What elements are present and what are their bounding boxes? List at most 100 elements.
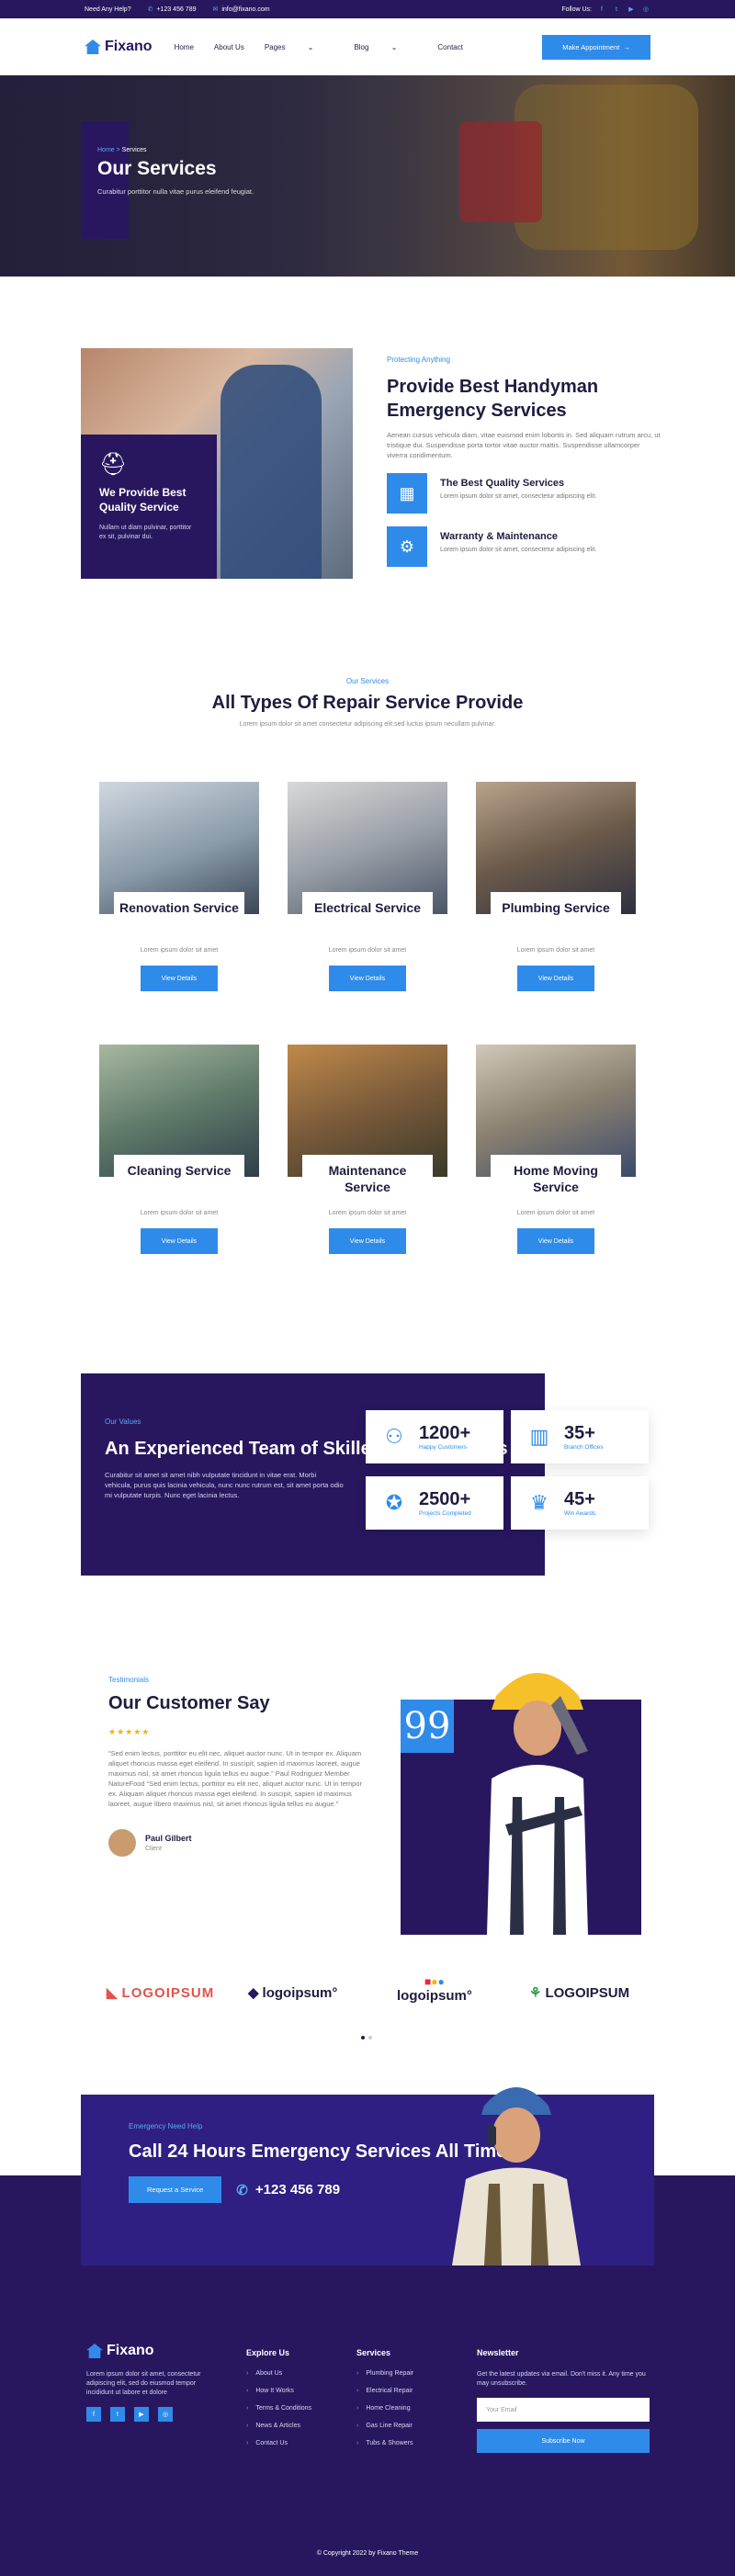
- instagram-icon[interactable]: ◎: [158, 2407, 173, 2422]
- stat-card: ⚇ 1200+ Happy Customers: [366, 1410, 503, 1463]
- view-details-button[interactable]: View Details: [141, 1228, 218, 1254]
- footer-link[interactable]: How It Works: [246, 2388, 311, 2394]
- about-title: Provide Best Handyman Emergency Services: [387, 377, 599, 421]
- page-title: Our Services: [97, 158, 217, 179]
- service-card-renovation: Renovation Service Lorem ipsum dolor sit…: [99, 782, 259, 991]
- footer-link[interactable]: Contact Us: [246, 2440, 311, 2446]
- phone-icon: ✆: [147, 6, 153, 13]
- worker-photo: [487, 1673, 588, 1935]
- stat-card: ♛ 45+ Win Awards: [511, 1476, 649, 1530]
- services-section: Our Services All Types Of Repair Service…: [0, 635, 735, 1339]
- main-nav: Fixano Home About Us Pages ⌄ Blog ⌄ Cont…: [0, 18, 735, 75]
- feature-item: ▦ The Best Quality Services Lorem ipsum d…: [387, 473, 662, 514]
- youtube-icon[interactable]: ▶: [627, 5, 636, 14]
- house-icon: [86, 2344, 103, 2358]
- trophy-icon: ♛: [530, 1491, 548, 1514]
- follow-label: Follow Us:: [561, 6, 592, 13]
- badge-icon: ✪: [385, 1491, 403, 1514]
- footer-link[interactable]: Plumbing Repair: [356, 2370, 413, 2377]
- author-name: Paul Gilbert: [145, 1834, 192, 1843]
- partner-logo: ⚘ LOGOIPSUM: [529, 1984, 630, 2002]
- emergency-phone[interactable]: ✆ +123 456 789: [236, 2182, 340, 2198]
- quality-card: ⛑ We Provide Best Quality Service Nullam…: [81, 435, 217, 579]
- nav-pages[interactable]: Pages ⌄: [265, 43, 334, 51]
- avatar: [108, 1829, 136, 1857]
- nav-contact[interactable]: Contact: [437, 43, 463, 51]
- instagram-icon[interactable]: ◎: [641, 5, 650, 14]
- stat-label: Branch Offices: [564, 1444, 604, 1451]
- feature-text: Lorem ipsum dolor sit amet, consectetur …: [440, 547, 597, 553]
- values-text: Curabitur sit amet sit amet nibh vulputa…: [105, 1471, 344, 1499]
- view-details-button[interactable]: View Details: [517, 1228, 594, 1254]
- footer-link[interactable]: Home Cleaning: [356, 2405, 413, 2412]
- stat-number: 1200+: [419, 1423, 471, 1443]
- service-title: Home Moving Service: [491, 1155, 621, 1199]
- page-subtitle: Curabitur porttitor nulla vitae purus el…: [97, 187, 254, 196]
- testimonials-section: Testimonials Our Customer Say ★★★★★ “Sed…: [0, 1632, 735, 1984]
- mail-icon: ✉: [212, 6, 219, 13]
- service-card-plumbing: Plumbing Service Lorem ipsum dolor sit a…: [476, 782, 636, 991]
- brand-logo[interactable]: Fixano: [85, 39, 153, 55]
- footer-link[interactable]: Gas Line Repair: [356, 2423, 413, 2429]
- site-footer: Fixano Lorem ipsum dolor sit amet, conse…: [0, 2221, 735, 2576]
- service-title: Renovation Service: [114, 892, 244, 920]
- newsletter-email-input[interactable]: Your Email: [477, 2398, 650, 2422]
- stat-label: Happy Customers: [419, 1444, 468, 1451]
- footer-link[interactable]: News & Articles: [246, 2423, 311, 2429]
- partner-logo: ◆ logoipsum°: [248, 1984, 338, 2002]
- footer-link[interactable]: Tubs & Showers: [356, 2440, 413, 2446]
- service-card-home-moving: Home Moving Service Lorem ipsum dolor si…: [476, 1045, 636, 1254]
- page-hero: Home > Services Our Services Curabitur p…: [0, 75, 735, 277]
- testimonial-quote: “Sed enim lectus, porttitor eu elit nec,…: [108, 1749, 362, 1808]
- newsletter-text: Get the latest updates via email. Don't …: [477, 2371, 646, 2387]
- breadcrumb-home[interactable]: Home: [97, 147, 115, 153]
- service-desc: Lorem ipsum dolor sit amet: [328, 947, 407, 954]
- logo-mark-icon: ◆: [248, 1985, 259, 2001]
- email-link[interactable]: ✉ info@fixano.com: [212, 6, 269, 14]
- feature-title: The Best Quality Services: [440, 478, 565, 489]
- view-details-button[interactable]: View Details: [329, 1228, 406, 1254]
- carousel-dots[interactable]: [361, 2036, 376, 2039]
- footer-link[interactable]: About Us: [246, 2370, 311, 2377]
- stat-card: ✪ 2500+ Projects Completed: [366, 1476, 503, 1530]
- youtube-icon[interactable]: ▶: [134, 2407, 149, 2422]
- testimonial-author: Paul Gilbert Client: [108, 1829, 366, 1857]
- building-icon: ▥: [529, 1425, 549, 1448]
- view-details-button[interactable]: View Details: [141, 966, 218, 991]
- testimonials-title: Our Customer Say: [108, 1693, 270, 1713]
- stat-label: Win Awards: [564, 1510, 596, 1517]
- footer-logo[interactable]: Fixano: [86, 2343, 208, 2359]
- about-eyebrow: Protecting Anything: [387, 356, 450, 364]
- subscribe-button[interactable]: Subscribe Now: [477, 2429, 650, 2453]
- view-details-button[interactable]: View Details: [329, 966, 406, 991]
- breadcrumb: Home > Services: [97, 147, 147, 153]
- footer-services-title: Services: [356, 2348, 391, 2357]
- emergency-banner: Emergency Need Help Call 24 Hours Emerge…: [81, 2087, 654, 2265]
- nav-about[interactable]: About Us: [214, 43, 244, 51]
- view-details-button[interactable]: View Details: [517, 966, 594, 991]
- services-subtitle: Lorem ipsum dolor sit amet consectetur a…: [239, 721, 496, 728]
- facebook-icon[interactable]: f: [86, 2407, 101, 2422]
- nav-blog[interactable]: Blog ⌄: [354, 43, 417, 51]
- service-card-electrical: Electrical Service Lorem ipsum dolor sit…: [288, 782, 447, 991]
- twitter-icon[interactable]: t: [612, 5, 621, 14]
- feature-item: ⚙ Warranty & Maintenance Lorem ipsum dolo…: [387, 526, 662, 567]
- feature-text: Lorem ipsum dolor sit amet, consectetur …: [440, 493, 597, 500]
- service-desc: Lorem ipsum dolor sit amet: [328, 1210, 407, 1216]
- stat-number: 45+: [564, 1489, 595, 1509]
- phone-link[interactable]: ✆ +123 456 789: [147, 6, 197, 14]
- footer-link[interactable]: Electrical Repair: [356, 2388, 413, 2394]
- request-service-button[interactable]: Request a Service: [129, 2176, 222, 2203]
- make-appointment-button[interactable]: Make Appointment →: [542, 34, 650, 60]
- footer-link[interactable]: Terms & Conditions: [246, 2405, 311, 2412]
- twitter-icon[interactable]: t: [110, 2407, 125, 2422]
- house-icon: [85, 40, 101, 54]
- footer-explore-title: Explore Us: [246, 2348, 290, 2357]
- values-panel: Our Values An Experienced Team of Skille…: [81, 1373, 545, 1576]
- service-card-cleaning: Cleaning Service Lorem ipsum dolor sit a…: [99, 1045, 259, 1254]
- facebook-icon[interactable]: f: [597, 5, 606, 14]
- logo-mark-icon: ◣: [107, 1985, 119, 2001]
- help-text: Need Any Help?: [85, 6, 131, 13]
- stat-card: ▥ 35+ Branch Offices: [511, 1410, 649, 1463]
- nav-home[interactable]: Home: [175, 43, 194, 51]
